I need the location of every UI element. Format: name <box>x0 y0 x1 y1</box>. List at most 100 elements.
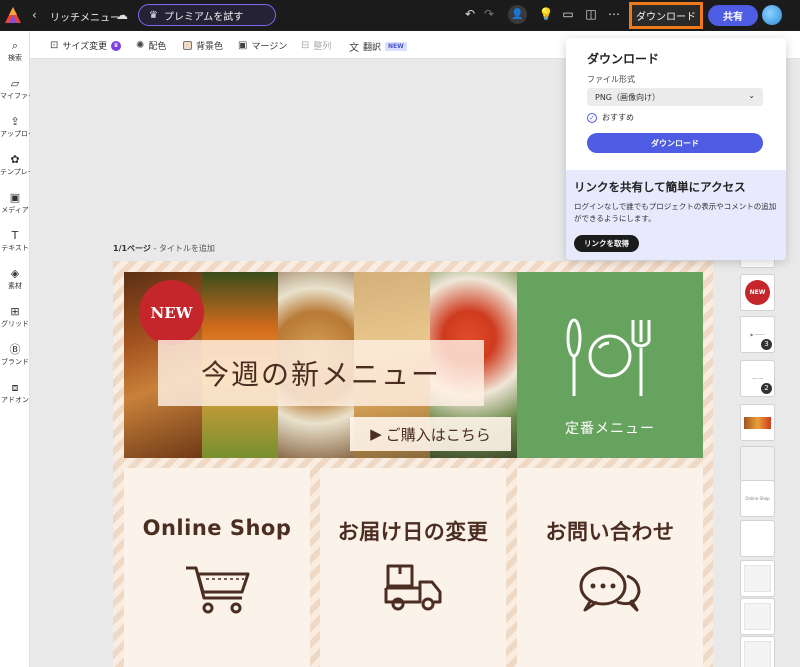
download-confirm-button[interactable]: ダウンロード <box>587 133 763 153</box>
sidebar-item-grid[interactable]: ⊞ グリッド <box>0 305 30 329</box>
purchase-button[interactable]: ▶ ご購入はこちら <box>350 417 511 451</box>
palette-icon: ✺ <box>136 40 145 51</box>
sidebar-item-label: マイファイル <box>0 92 30 100</box>
resize-tool[interactable]: ⊡ サイズ変更 ♛ <box>50 39 122 52</box>
grid-icon: ⊞ <box>10 305 20 318</box>
get-link-button[interactable]: リンクを取得 <box>574 235 639 252</box>
page-thumbnail[interactable] <box>740 636 775 667</box>
share-button[interactable]: 共有 <box>708 5 758 26</box>
top-bar: ‹ リッチメニュー ☁ ♛ プレミアムを試す ↶ ↷ 👤 💡 ▭ ◫ ⋯ ダウン… <box>0 0 800 31</box>
crown-icon: ♛ <box>149 9 158 21</box>
page-thumbnail[interactable] <box>740 598 775 635</box>
thumb-content: ▶ ──── <box>750 332 765 337</box>
page-thumbnail[interactable]: Online Shop <box>740 480 775 517</box>
sidebar-item-brand[interactable]: Ⓑ ブランド <box>0 343 30 367</box>
page-thumbnail[interactable]: NEW <box>740 274 775 311</box>
addon-icon: ⧈ <box>11 381 19 394</box>
shopping-cart-icon <box>186 566 250 614</box>
sidebar-item-label: 素材 <box>8 282 22 290</box>
chevron-down-icon: ⌄ <box>748 91 755 100</box>
share-link-description: ログインなしで誰でもプロジェクトの表示やコメントの追加ができるようにします。 <box>574 202 777 223</box>
align-icon: ⊟ <box>301 40 310 51</box>
contact-tile[interactable]: お問い合わせ <box>517 468 703 667</box>
avatar[interactable] <box>762 5 782 25</box>
sidebar-item-label: アップロード <box>0 130 30 138</box>
document-title[interactable]: リッチメニュー <box>50 9 120 24</box>
try-premium-button[interactable]: ♛ プレミアムを試す <box>138 4 276 26</box>
sidebar-item-media[interactable]: ▣ メディア <box>0 191 30 215</box>
versions-icon[interactable]: ◫ <box>583 7 599 21</box>
recommended-label: おすすめ <box>602 113 634 122</box>
add-title-link[interactable]: - タイトルを追加 <box>153 244 214 253</box>
undo-icon[interactable]: ↶ <box>462 7 478 21</box>
margin-tool[interactable]: ▣ マージン <box>238 39 287 52</box>
thumb-page-count: 3 <box>761 339 772 350</box>
page-thumbnail[interactable] <box>740 404 775 441</box>
sidebar-item-label: グリッド <box>1 320 29 328</box>
page-label[interactable]: 1/1ページ - タイトルを追加 <box>113 243 215 254</box>
chat-bubbles-icon <box>579 566 641 612</box>
page-thumbnail[interactable] <box>740 560 775 597</box>
align-tool[interactable]: ⊟ 整列 <box>301 39 331 52</box>
file-format-value: PNG（画像向け） <box>595 92 661 102</box>
redo-icon[interactable]: ↷ <box>481 7 497 21</box>
delivery-truck-icon <box>384 564 442 611</box>
share-link-title: リンクを共有して簡単にアクセス <box>574 180 746 194</box>
cloud-sync-icon[interactable]: ☁ <box>116 8 128 22</box>
sidebar-item-label: テンプレート <box>0 168 30 176</box>
sidebar-item-search[interactable]: ⌕ 検索 <box>0 39 30 63</box>
hero-photo[interactable]: NEW 今週の新メニュー ▶ ご購入はこちら <box>124 272 517 458</box>
sidebar-item-text[interactable]: T テキスト <box>0 229 30 253</box>
brand-icon: Ⓑ <box>9 343 21 356</box>
background-color-tool[interactable]: 背景色 <box>183 39 223 52</box>
color-label: 配色 <box>148 42 167 52</box>
sidebar-item-templates[interactable]: ✿ テンプレート <box>0 153 30 177</box>
thumb-page-count: 2 <box>761 383 772 394</box>
sidebar-item-label: 検索 <box>8 54 22 62</box>
add-collaborator-icon[interactable]: 👤 <box>508 5 527 24</box>
folder-icon: ▱ <box>10 77 20 90</box>
align-label: 整列 <box>313 42 332 52</box>
delivery-change-tile[interactable]: お届け日の変更 <box>320 468 506 667</box>
page-thumbnail[interactable] <box>740 520 775 557</box>
color-tool[interactable]: ✺ 配色 <box>136 39 166 52</box>
file-format-select[interactable]: PNG（画像向け） ⌄ <box>587 88 763 106</box>
download-popover: ダウンロード ファイル形式 PNG（画像向け） ⌄ ✓ おすすめ ダウンロード … <box>566 38 786 260</box>
more-options-icon[interactable]: ⋯ <box>606 7 622 21</box>
left-sidebar: ⌕ 検索 ▱ マイファイル ⇪ アップロード ✿ テンプレート ▣ メディア T… <box>0 31 30 667</box>
page-thumbnail[interactable]: ── ── 2 <box>740 360 775 397</box>
sidebar-item-addons[interactable]: ⧈ アドオン <box>0 381 30 405</box>
elements-icon: ◈ <box>10 267 20 280</box>
sidebar-item-my-files[interactable]: ▱ マイファイル <box>0 77 30 101</box>
plate-cutlery-icon <box>566 318 651 396</box>
resize-label: サイズ変更 <box>62 42 108 52</box>
back-chevron-icon[interactable]: ‹ <box>32 8 37 22</box>
template-icon: ✿ <box>10 153 20 166</box>
standard-menu-tile[interactable]: 定番メニュー <box>517 272 703 458</box>
contact-label: お問い合わせ <box>545 520 675 544</box>
premium-crown-icon: ♛ <box>111 40 122 51</box>
comment-icon[interactable]: ▭ <box>560 7 576 21</box>
design-canvas[interactable]: NEW 今週の新メニュー ▶ ご購入はこちら 定番メニュー Online Sho… <box>113 261 713 667</box>
share-link-section: リンクを共有して簡単にアクセス ログインなしで誰でもプロジェクトの表示やコメント… <box>566 170 786 260</box>
lightbulb-icon[interactable]: 💡 <box>538 7 554 21</box>
background-swatch-icon <box>183 41 192 50</box>
media-icon: ▣ <box>9 191 21 204</box>
translate-tool[interactable]: 文 翻訳 NEW <box>349 39 407 54</box>
online-shop-tile[interactable]: Online Shop <box>124 468 310 667</box>
sidebar-item-upload[interactable]: ⇪ アップロード <box>0 115 30 139</box>
app-logo-icon[interactable] <box>4 6 22 24</box>
upload-icon: ⇪ <box>10 115 20 128</box>
hero-title: 今週の新メニュー <box>200 358 441 391</box>
resize-icon: ⊡ <box>50 40 59 51</box>
recommended-indicator: ✓ おすすめ <box>587 112 634 123</box>
search-icon: ⌕ <box>11 39 19 52</box>
margin-icon: ▣ <box>238 40 248 51</box>
page-thumbnail-strip: NEW ▶ ──── 3 ── ── 2 Online Shop <box>736 248 780 667</box>
page-thumbnail[interactable] <box>740 446 775 483</box>
download-button[interactable]: ダウンロード <box>629 2 703 29</box>
thumb-blank <box>744 603 771 630</box>
sidebar-item-elements[interactable]: ◈ 素材 <box>0 267 30 291</box>
download-panel-title: ダウンロード <box>587 52 660 66</box>
page-thumbnail[interactable]: ▶ ──── 3 <box>740 316 775 353</box>
